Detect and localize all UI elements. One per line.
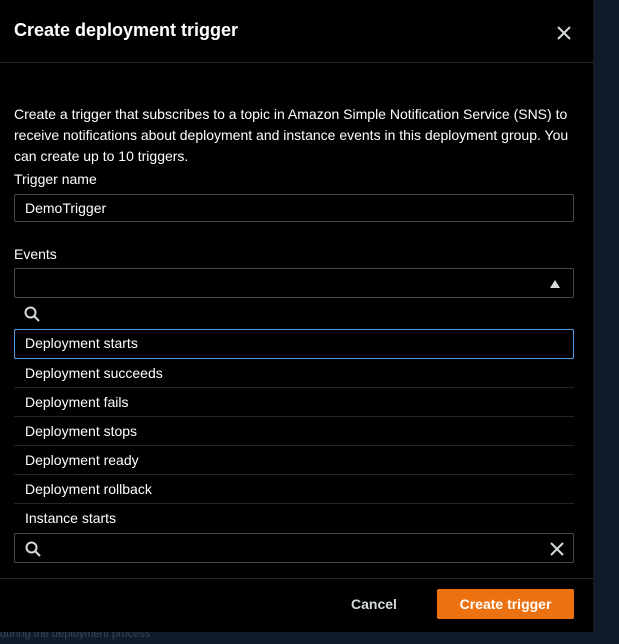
modal-title: Create deployment trigger — [14, 20, 239, 40]
events-select[interactable] — [14, 268, 574, 298]
option-deployment-succeeds[interactable]: Deployment succeeds — [14, 359, 574, 388]
cancel-button[interactable]: Cancel — [337, 589, 411, 619]
option-deployment-stops[interactable]: Deployment stops — [14, 417, 574, 446]
close-button[interactable] — [553, 22, 575, 44]
dropdown-search[interactable] — [14, 300, 574, 328]
trigger-name-label: Trigger name — [14, 171, 97, 187]
footer-divider — [0, 578, 594, 579]
option-deployment-ready[interactable]: Deployment ready — [14, 446, 574, 475]
modal-header: Create deployment trigger — [0, 0, 594, 63]
events-label: Events — [14, 246, 57, 262]
modal-description: Create a trigger that subscribes to a to… — [14, 106, 569, 164]
trigger-name-input[interactable]: DemoTrigger — [14, 194, 574, 222]
option-deployment-fails[interactable]: Deployment fails — [14, 388, 574, 417]
events-filter-input[interactable] — [45, 534, 545, 562]
events-filter — [14, 533, 574, 563]
option-deployment-starts[interactable]: Deployment starts — [14, 329, 574, 359]
search-icon — [25, 541, 41, 557]
clear-icon[interactable] — [549, 541, 565, 557]
search-icon — [24, 306, 40, 322]
option-deployment-rollback[interactable]: Deployment rollback — [14, 475, 574, 504]
create-trigger-modal: Create deployment trigger Create a trigg… — [0, 0, 594, 632]
close-icon — [557, 26, 571, 40]
caret-up-icon — [550, 280, 560, 288]
option-instance-starts[interactable]: Instance starts — [14, 504, 574, 533]
create-trigger-button[interactable]: Create trigger — [437, 589, 574, 619]
